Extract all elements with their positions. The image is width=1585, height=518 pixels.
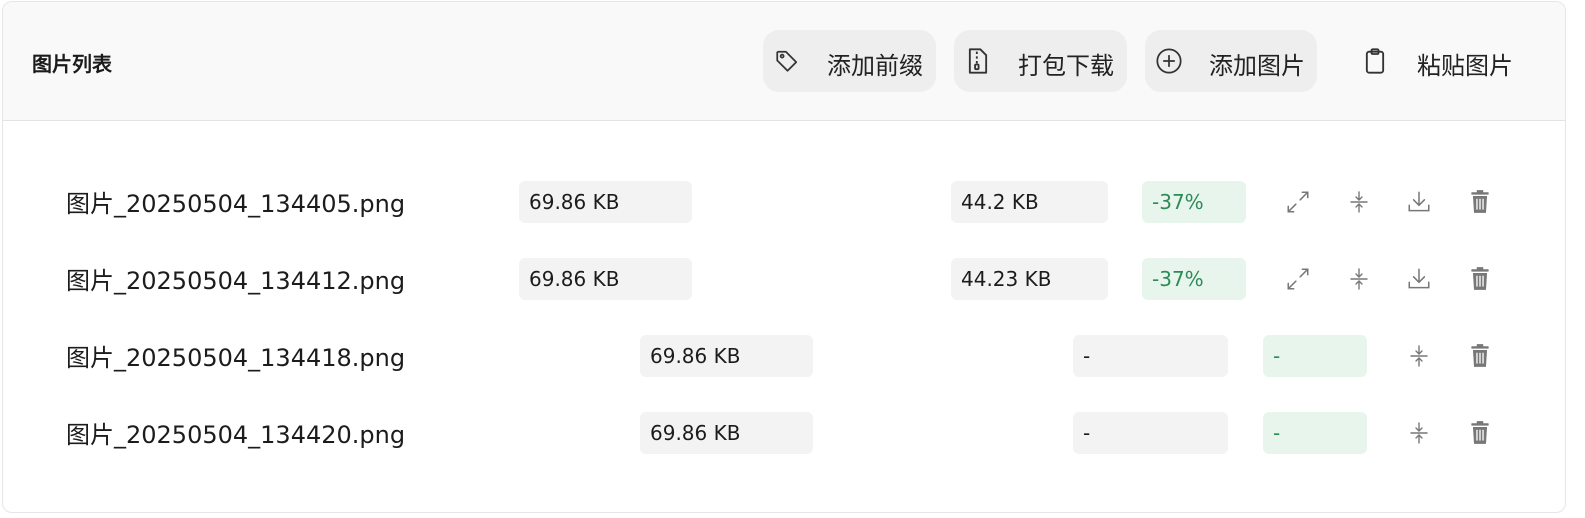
trash-icon[interactable]: [1463, 339, 1497, 373]
list-item: 图片_20250504_134405.png 69.86 KB 44.2 KB …: [3, 179, 1565, 223]
compression-ratio: -: [1263, 412, 1367, 454]
add-prefix-button[interactable]: 添加前缀: [763, 30, 936, 92]
original-size: 69.86 KB: [519, 181, 692, 223]
paste-image-button[interactable]: 粘贴图片: [1351, 30, 1531, 92]
expand-icon[interactable]: [1281, 185, 1315, 219]
original-size: 69.86 KB: [519, 258, 692, 300]
file-name: 图片_20250504_134420.png: [66, 421, 406, 449]
file-name: 图片_20250504_134405.png: [66, 190, 406, 218]
clipboard-icon: [1361, 47, 1389, 75]
download-icon[interactable]: [1402, 262, 1436, 296]
file-name: 图片_20250504_134418.png: [66, 344, 406, 372]
trash-icon[interactable]: [1463, 416, 1497, 450]
compress-icon[interactable]: [1342, 185, 1376, 219]
add-image-button[interactable]: 添加图片: [1145, 30, 1317, 92]
paste-image-label: 粘贴图片: [1417, 52, 1513, 80]
compressed-size: -: [1073, 335, 1228, 377]
trash-icon[interactable]: [1463, 262, 1497, 296]
tag-icon: [773, 47, 801, 75]
plus-circle-icon: [1155, 47, 1183, 75]
list-item: 图片_20250504_134412.png 69.86 KB 44.23 KB…: [3, 256, 1565, 300]
header-bar: 图片列表 添加前缀 打包下载 添加图片 粘贴图片: [3, 2, 1565, 121]
download-icon[interactable]: [1402, 185, 1436, 219]
list-item: 图片_20250504_134418.png 69.86 KB - -: [3, 333, 1565, 377]
compression-ratio: -37%: [1142, 258, 1246, 300]
compression-ratio: -37%: [1142, 181, 1246, 223]
compressed-size: 44.2 KB: [951, 181, 1108, 223]
add-image-label: 添加图片: [1209, 52, 1305, 80]
image-list-card: 图片列表 添加前缀 打包下载 添加图片 粘贴图片 图片_20250504_134…: [2, 1, 1566, 513]
compress-icon[interactable]: [1342, 262, 1376, 296]
pack-download-label: 打包下载: [1018, 52, 1114, 80]
trash-icon[interactable]: [1463, 185, 1497, 219]
expand-icon[interactable]: [1281, 262, 1315, 296]
compression-ratio: -: [1263, 335, 1367, 377]
zip-file-icon: [964, 47, 992, 75]
list-item: 图片_20250504_134420.png 69.86 KB - -: [3, 410, 1565, 454]
compressed-size: -: [1073, 412, 1228, 454]
file-name: 图片_20250504_134412.png: [66, 267, 406, 295]
original-size: 69.86 KB: [640, 335, 813, 377]
compress-icon[interactable]: [1402, 339, 1436, 373]
page-title: 图片列表: [32, 52, 112, 76]
pack-download-button[interactable]: 打包下载: [954, 30, 1127, 92]
add-prefix-label: 添加前缀: [827, 52, 923, 80]
compressed-size: 44.23 KB: [951, 258, 1108, 300]
compress-icon[interactable]: [1402, 416, 1436, 450]
original-size: 69.86 KB: [640, 412, 813, 454]
